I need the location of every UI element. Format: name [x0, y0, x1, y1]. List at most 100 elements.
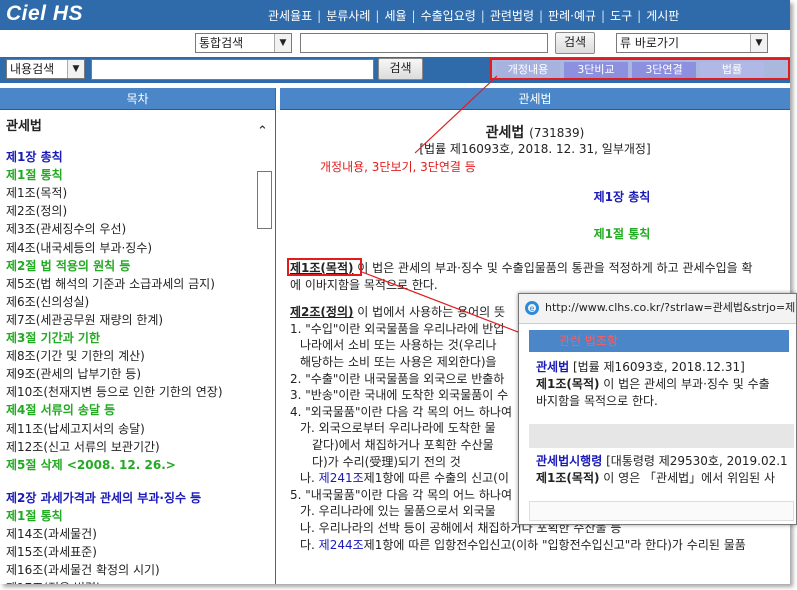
- nav-item[interactable]: 게시판: [646, 7, 679, 24]
- highlight-box: [287, 258, 362, 276]
- law-subtitle: [법률 제16093호, 2018. 12. 31, 일부개정]: [419, 142, 651, 156]
- popup-law-1[interactable]: 관세법: [536, 360, 569, 374]
- nav-separator: |: [601, 9, 606, 23]
- nav-separator: |: [637, 9, 642, 23]
- toc-section[interactable]: 제1절 통칙: [6, 507, 251, 525]
- article-reference-link[interactable]: 제241조: [319, 471, 364, 485]
- toc-article[interactable]: 제5조(법 해석의 기준과 소급과세의 금지): [6, 275, 251, 293]
- popup-entry-2: 관세법시행령 [대통령령 제29530호, 2019.02.1 제1조(목적) …: [536, 453, 794, 487]
- toc-section[interactable]: 제4절 서류의 송달 등: [6, 401, 251, 419]
- nav-item[interactable]: 도구: [610, 7, 632, 24]
- toc-article[interactable]: 제7조(세관공무원 재량의 한계): [6, 311, 251, 329]
- content-search-type-value: 내용검색: [10, 62, 55, 76]
- nav-separator: |: [539, 9, 544, 23]
- quick-jump-value: 류 바로가기: [620, 36, 680, 50]
- ie-icon: e: [525, 301, 539, 315]
- tab-revision[interactable]: 개정내용: [496, 62, 560, 78]
- toc-article[interactable]: 제2조(정의): [6, 202, 251, 220]
- tab-3way-compare[interactable]: 3단비교: [564, 62, 628, 78]
- related-law-popup[interactable]: e http://www.clhs.co.kr/?strlaw=관세법&strj…: [518, 293, 797, 525]
- popup-text-1-cont: 바지함을 목적으로 한다.: [536, 394, 658, 408]
- toc-header: 목차: [0, 88, 275, 110]
- content-search-type-select[interactable]: 내용검색 ▼: [6, 59, 85, 79]
- popup-title-bar: 관련 법조항: [529, 330, 789, 352]
- popup-ref-1: [법률 제16093호, 2018.12.31]: [569, 360, 745, 374]
- content-search-input[interactable]: [91, 59, 374, 80]
- tab-3way-link[interactable]: 3단연결: [632, 62, 696, 78]
- toc-article[interactable]: 제15조(과세표준): [6, 543, 251, 561]
- toc-title: 관세법: [6, 119, 42, 134]
- toc-article[interactable]: 제8조(기간 및 기한의 계산): [6, 347, 251, 365]
- law-header: 관세법: [280, 88, 790, 110]
- toc-scrollbar[interactable]: ⌃: [255, 114, 274, 584]
- search-button[interactable]: 검색: [555, 32, 595, 54]
- nav-item[interactable]: 수출입요령: [421, 7, 476, 24]
- top-nav: 관세율표 | 분류사례 | 세율 | 수출입요령 | 관련법령 | 판례·예규 | 도구 | 게시판: [268, 7, 679, 24]
- toc-section[interactable]: 제1절 통칙: [6, 166, 251, 184]
- popup-text-2: 이 영은 「관세법」에서 위임된 사: [599, 471, 776, 485]
- nav-separator: |: [480, 9, 485, 23]
- section-heading: 제1절 통칙: [593, 227, 651, 241]
- toc-group-1: 제1장 총칙 제1절 통칙 제1조(목적) 제2조(정의) 제3조(관세징수의 우선) 제…: [6, 148, 251, 474]
- nav-separator: |: [411, 9, 416, 23]
- content-search-button[interactable]: 검색: [378, 58, 423, 80]
- popup-divider: [529, 424, 794, 448]
- toc-article[interactable]: 제3조(관세징수의 우선): [6, 220, 251, 238]
- search-type-value: 통합검색: [199, 36, 244, 50]
- popup-law-2[interactable]: 관세법시행령: [536, 454, 602, 468]
- nav-item[interactable]: 판례·예규: [548, 7, 596, 24]
- nav-separator: |: [317, 9, 322, 23]
- popup-article-2: 제1조(목적): [536, 471, 600, 485]
- chevron-down-icon: ▼: [274, 34, 291, 52]
- search-input[interactable]: [300, 33, 548, 53]
- tab-law[interactable]: 법률: [700, 62, 764, 78]
- address-bar[interactable]: e http://www.clhs.co.kr/?strlaw=관세법&strj…: [519, 294, 796, 324]
- toc-article[interactable]: 제11조(납세고지서의 송달): [6, 420, 251, 438]
- toc-article[interactable]: 제12조(신고 서류의 보관기간): [6, 438, 251, 456]
- article-1-text-cont: 에 이바지함을 목적으로 한다.: [290, 277, 438, 292]
- popup-article-1: 제1조(목적): [536, 377, 600, 391]
- search-row: 통합검색 ▼ 검색 류 바로가기 ▼ ?: [0, 30, 790, 77]
- article-1-text: 이 법은 관세의 부과·징수 및 수출입물품의 통관을 적정하게 하고 관세수입…: [353, 261, 753, 275]
- scroll-thumb[interactable]: [257, 171, 272, 229]
- toc-article[interactable]: 제6조(신의성실): [6, 293, 251, 311]
- nav-item[interactable]: 분류사례: [326, 7, 370, 24]
- chevron-down-icon: ▼: [67, 60, 84, 78]
- law-id: (731839): [529, 126, 585, 140]
- toc-section[interactable]: 제2절 법 적용의 원칙 등: [6, 257, 251, 275]
- chapter-heading: 제1장 총칙: [593, 190, 651, 204]
- article-2-link[interactable]: 제2조(정의): [290, 305, 353, 319]
- toc-article[interactable]: 제14조(과세물건): [6, 525, 251, 543]
- popup-ref-2: [대통령령 제29530호, 2019.02.1: [602, 454, 788, 468]
- toc-article[interactable]: 제4조(내국세등의 부과·징수): [6, 239, 251, 257]
- popup-text-1: 이 법은 관세의 부과·징수 및 수출: [599, 377, 770, 391]
- quick-jump-select[interactable]: 류 바로가기 ▼: [616, 33, 768, 53]
- nav-item[interactable]: 관세율표: [268, 7, 312, 24]
- toc-chapter[interactable]: 제1장 총칙: [6, 148, 251, 166]
- toc-section[interactable]: 제5절 삭제 <2008. 12. 26.>: [6, 456, 251, 474]
- toc-list: 관세법 제1장 총칙 제1절 통칙 제1조(목적) 제2조(정의) 제3조(관세징수의 …: [6, 114, 251, 584]
- toc-chapter[interactable]: 제2장 과세가격과 관세의 부과·징수 등: [6, 489, 251, 507]
- law-title-text: 관세법: [485, 125, 525, 141]
- top-bar: Ciel HS 관세율표 | 분류사례 | 세율 | 수출입요령 | 관련법령 | 판례·예규 | 도구…: [0, 0, 790, 30]
- toc-article[interactable]: 제1조(목적): [6, 184, 251, 202]
- nav-item[interactable]: 관련법령: [490, 7, 534, 24]
- chevron-down-icon: ▼: [750, 34, 767, 52]
- toc-group-2: 제2장 과세가격과 관세의 부과·징수 등 제1절 통칙 제14조(과세물건) 제15…: [6, 489, 251, 584]
- toc-article[interactable]: 제17조(적용 법령): [6, 579, 251, 584]
- toc-article[interactable]: 제10조(천재지변 등으로 인한 기한의 연장): [6, 383, 251, 401]
- article-1: 제1조(목적) 이 법은 관세의 부과·징수 및 수출입물품의 통관을 적정하게…: [290, 260, 790, 277]
- search-type-select[interactable]: 통합검색 ▼: [195, 33, 292, 53]
- toc-article[interactable]: 제16조(과세물건 확정의 시기): [6, 561, 251, 579]
- popup-url: http://www.clhs.co.kr/?strlaw=관세법&strjo=…: [545, 301, 796, 314]
- popup-entry-1: 관세법 [법률 제16093호, 2018.12.31] 제1조(목적) 이 법…: [536, 359, 794, 410]
- article-reference-link[interactable]: 제244조: [319, 538, 364, 552]
- nav-item[interactable]: 세율: [384, 7, 406, 24]
- toc-section[interactable]: 제3절 기간과 기한: [6, 329, 251, 347]
- view-tabs: 개정내용 3단비교 3단연결 법률: [490, 58, 790, 80]
- toc-article[interactable]: 제9조(관세의 납부기한 등): [6, 365, 251, 383]
- chevron-up-icon[interactable]: ⌃: [257, 124, 268, 139]
- toc-pane: 목차 관세법 제1장 총칙 제1절 통칙 제1조(목적) 제2조(정의) 제3조(관세징…: [0, 88, 276, 584]
- nav-separator: |: [375, 9, 380, 23]
- popup-footer: [529, 501, 794, 521]
